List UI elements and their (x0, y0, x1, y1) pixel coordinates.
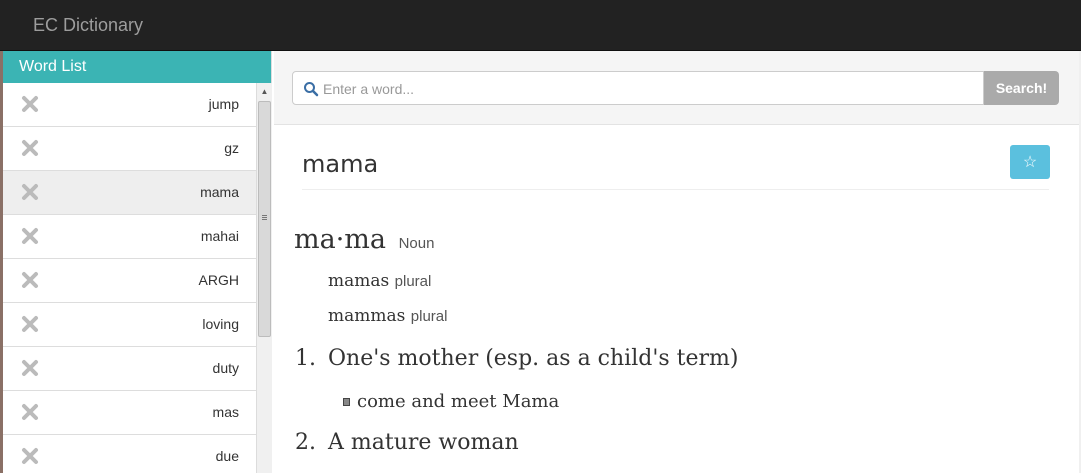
word-list-item-label: gz (224, 140, 239, 156)
definition-item: 2. A mature woman (295, 430, 519, 455)
delete-x-icon[interactable] (21, 227, 39, 245)
example-bullet-icon (343, 398, 350, 406)
top-navbar: EC Dictionary (0, 0, 1081, 51)
inflection-word: mammas (328, 306, 406, 326)
definition-number: 2. (295, 430, 316, 455)
word-list-item-label: loving (202, 316, 239, 332)
delete-x-icon[interactable] (21, 183, 39, 201)
part-of-speech: Noun (398, 235, 435, 252)
word-list-item-label: ARGH (198, 272, 239, 288)
definition-item: 1. One's mother (esp. as a child's term) (295, 346, 738, 371)
delete-x-icon[interactable] (21, 95, 39, 113)
search-box[interactable] (292, 71, 984, 106)
headword: ma·ma Noun (294, 224, 434, 255)
search-button[interactable]: Search! (984, 71, 1059, 105)
divider (302, 189, 1049, 190)
word-list-item[interactable]: due (3, 435, 256, 473)
definition-text: One's mother (esp. as a child's term) (328, 346, 739, 371)
word-list-item-label: mahai (200, 228, 239, 244)
word-list-item[interactable]: mas (3, 391, 256, 435)
word-list-item-label: duty (212, 360, 239, 376)
word-list-item[interactable]: gz (3, 127, 256, 171)
word-list-sidebar: Word List jump gz mama mahai ARGH loving (3, 51, 272, 473)
app-brand[interactable]: EC Dictionary (33, 15, 143, 36)
word-list-item[interactable]: ARGH (3, 259, 256, 303)
word-list-item[interactable]: jump (3, 83, 256, 127)
example-text: come and meet Mama (357, 391, 560, 412)
definition-number: 1. (295, 346, 316, 371)
word-list-item[interactable]: duty (3, 347, 256, 391)
delete-x-icon[interactable] (21, 447, 39, 465)
inflection-form: mamas plural (328, 271, 431, 291)
grip-icon (262, 215, 267, 216)
word-list-item[interactable]: mahai (3, 215, 256, 259)
favorite-button[interactable]: ☆ (1010, 145, 1050, 179)
page-title: mama (302, 150, 379, 178)
delete-x-icon[interactable] (21, 359, 39, 377)
headword-text: ma·ma (294, 224, 386, 255)
inflection-form: mammas plural (328, 306, 447, 326)
word-list-item-selected[interactable]: mama (3, 171, 256, 215)
definition-text: A mature woman (328, 430, 519, 455)
delete-x-icon[interactable] (21, 139, 39, 157)
search-bar-area: Search! (274, 51, 1081, 125)
word-list: jump gz mama mahai ARGH loving duty mas (3, 83, 256, 473)
delete-x-icon[interactable] (21, 403, 39, 421)
word-list-item-label: due (215, 448, 239, 464)
word-list-scrollbar[interactable]: ▲ (256, 83, 272, 473)
search-icon (304, 82, 319, 97)
search-input[interactable] (321, 72, 975, 106)
word-list-item-label: jump (208, 96, 239, 112)
sidebar-title: Word List (3, 51, 271, 83)
word-list-item-label: mama (200, 184, 239, 200)
star-icon: ☆ (1022, 154, 1038, 171)
word-list-item[interactable]: loving (3, 303, 256, 347)
inflection-tag: plural (410, 308, 448, 325)
inflection-word: mamas (328, 271, 390, 291)
scroll-up-arrow-icon[interactable]: ▲ (257, 83, 272, 99)
delete-x-icon[interactable] (21, 315, 39, 333)
delete-x-icon[interactable] (21, 271, 39, 289)
word-list-item-label: mas (212, 404, 239, 420)
scrollbar-thumb[interactable] (258, 101, 271, 337)
inflection-tag: plural (394, 273, 432, 290)
example-sentence: come and meet Mama (343, 391, 559, 412)
